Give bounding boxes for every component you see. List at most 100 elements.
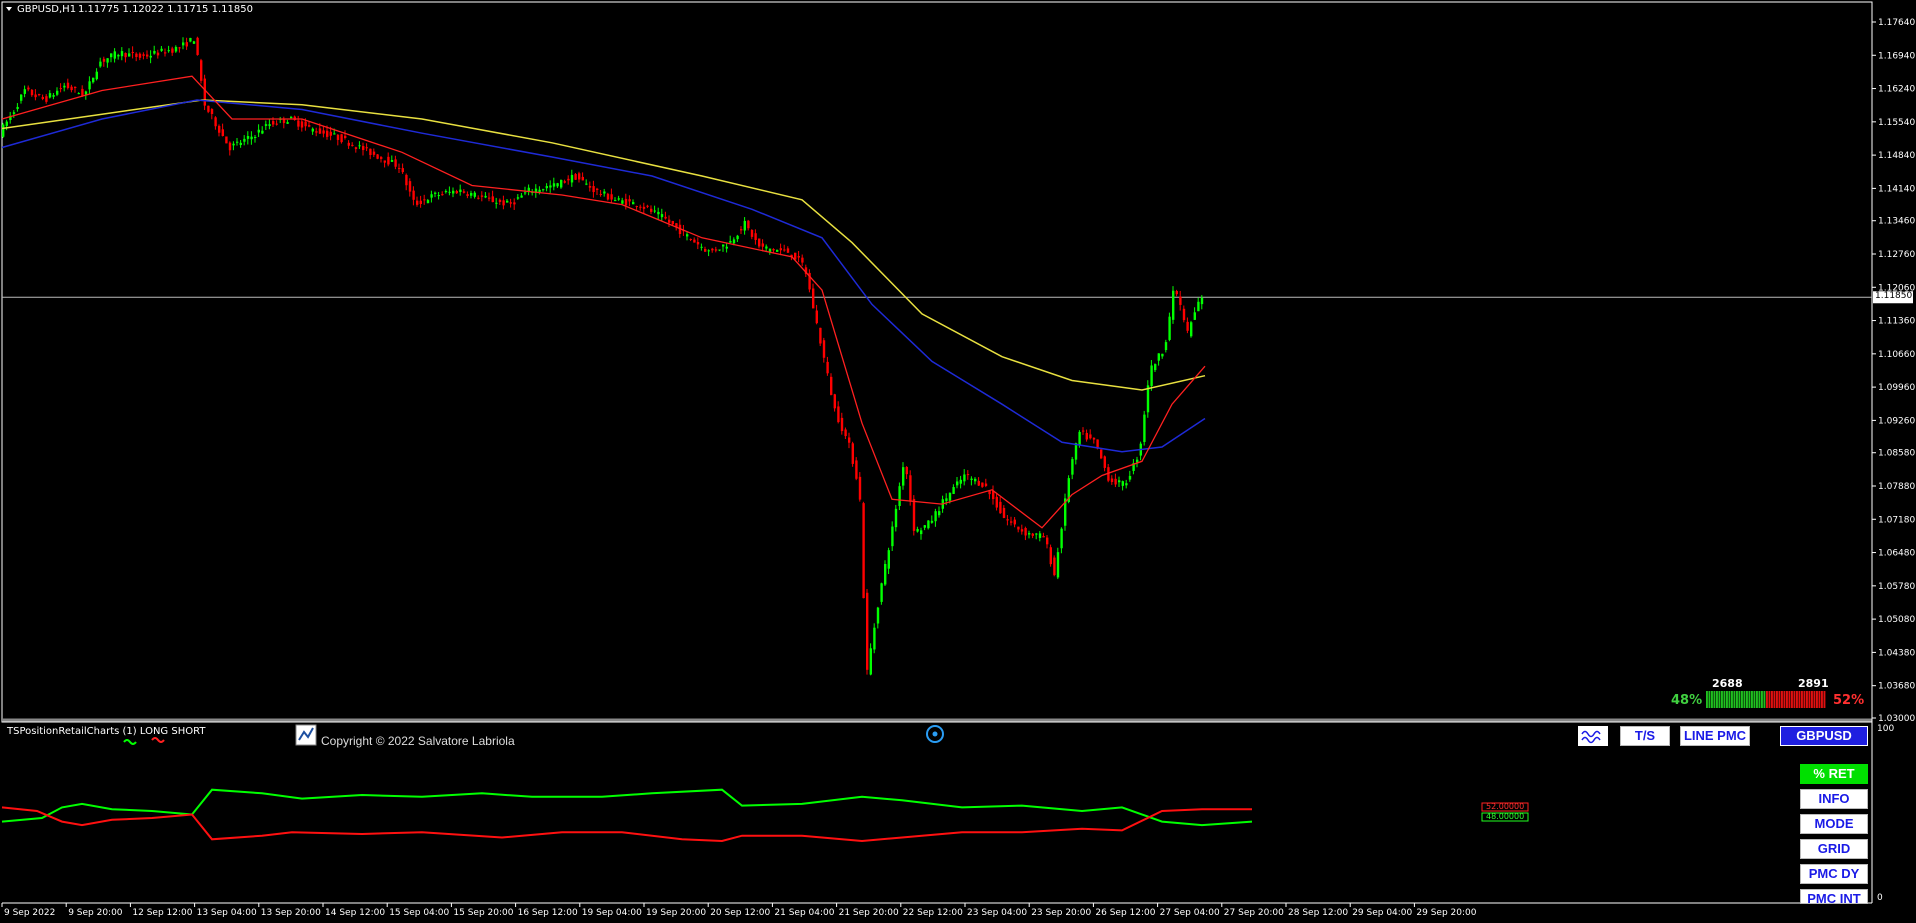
candle-body bbox=[740, 229, 743, 231]
candle-body bbox=[45, 96, 48, 102]
time-tick-label: 9 Sep 20:00 bbox=[68, 908, 123, 918]
legend-short-icon bbox=[151, 737, 165, 743]
candle-body bbox=[246, 136, 250, 139]
price-tick-label: 1.07180 bbox=[1878, 515, 1915, 525]
price-tick-label: 1.03680 bbox=[1878, 682, 1915, 692]
candle-body bbox=[106, 58, 109, 63]
candle-body bbox=[113, 51, 116, 59]
candle-body bbox=[786, 248, 790, 253]
price-tick-label: 1.16240 bbox=[1878, 85, 1915, 95]
candle-body bbox=[434, 192, 437, 194]
candle-body bbox=[207, 105, 210, 112]
sentiment-long-segment bbox=[1713, 691, 1716, 708]
candle-body bbox=[200, 60, 203, 81]
candle-body bbox=[966, 474, 970, 476]
current-price-label: 1.11850 bbox=[1875, 291, 1913, 302]
candle-body bbox=[174, 46, 178, 52]
ohlc-values: 1.11775 1.12022 1.11715 1.11850 bbox=[78, 4, 253, 15]
candle-body bbox=[581, 176, 584, 181]
candle-body bbox=[124, 53, 127, 58]
candle-body bbox=[383, 160, 386, 163]
candle-body bbox=[783, 249, 786, 251]
candle-body bbox=[488, 197, 491, 199]
sentiment-long-segment bbox=[1753, 691, 1756, 708]
candle-body bbox=[556, 183, 559, 187]
sentiment-long-segment bbox=[1743, 691, 1746, 708]
indicator-scale-bottom: 0 bbox=[1877, 893, 1883, 903]
mode-button[interactable]: MODE bbox=[1800, 814, 1868, 834]
time-tick-label: 19 Sep 20:00 bbox=[646, 908, 706, 918]
sentiment-short-segment bbox=[1781, 691, 1783, 708]
candle-body bbox=[657, 211, 660, 215]
candle-body bbox=[12, 112, 16, 114]
candle-body bbox=[358, 145, 361, 147]
candle-body bbox=[1182, 308, 1186, 321]
ts-button[interactable]: T/S bbox=[1620, 726, 1670, 746]
candle-body bbox=[272, 121, 275, 125]
candle-body bbox=[736, 235, 739, 240]
sentiment-bar bbox=[1706, 691, 1826, 708]
sentiment-short-segment bbox=[1798, 691, 1801, 708]
candle-body bbox=[286, 122, 289, 124]
candle-body bbox=[934, 511, 937, 522]
info-button[interactable]: INFO bbox=[1800, 789, 1868, 809]
time-tick-label: 13 Sep 20:00 bbox=[261, 908, 321, 918]
candle-body bbox=[63, 85, 66, 88]
candle-body bbox=[1100, 449, 1103, 459]
candle-body bbox=[509, 202, 512, 204]
chart-menu-icon[interactable] bbox=[6, 7, 12, 11]
time-tick-label: 29 Sep 20:00 bbox=[1416, 908, 1476, 918]
candle-body bbox=[1092, 437, 1096, 440]
candle-body bbox=[819, 327, 822, 344]
candle-body bbox=[351, 144, 354, 146]
candle-body bbox=[2, 124, 5, 137]
sentiment-short-segment bbox=[1778, 691, 1781, 708]
candle-body bbox=[1017, 526, 1020, 530]
candle-body bbox=[41, 96, 44, 100]
sentiment-long-segment bbox=[1763, 691, 1766, 708]
short-percent: 52% bbox=[1833, 693, 1865, 708]
candle-body bbox=[290, 116, 293, 119]
chart-canvas[interactable]: 1.17640 1.16940 1.16240 1.15540 1.14840 1.141… bbox=[0, 0, 1916, 923]
candle-body bbox=[23, 89, 26, 94]
candle-body bbox=[815, 310, 818, 324]
price-tick-label: 1.08580 bbox=[1878, 449, 1915, 459]
grid-button[interactable]: GRID bbox=[1800, 839, 1868, 859]
price-tick-label: 1.05080 bbox=[1878, 615, 1915, 625]
candle-body bbox=[614, 200, 617, 202]
value-green: 48.00000 bbox=[1486, 812, 1525, 821]
candle-body bbox=[394, 159, 397, 167]
candle-body bbox=[1082, 430, 1085, 432]
candle-body bbox=[653, 210, 656, 212]
candle-body bbox=[959, 479, 962, 484]
pmc-dy-button[interactable]: PMC DY bbox=[1800, 864, 1868, 884]
candle-body bbox=[1103, 456, 1106, 468]
sentiment-long-segment bbox=[1756, 691, 1758, 708]
ret-button[interactable]: % RET bbox=[1800, 764, 1868, 784]
candle-body bbox=[1031, 533, 1034, 536]
candle-body bbox=[1035, 533, 1038, 535]
candle-body bbox=[563, 181, 566, 183]
candle-body bbox=[228, 142, 232, 151]
sentiment-short-segment bbox=[1783, 691, 1786, 708]
candle-body bbox=[963, 474, 966, 482]
candle-body bbox=[1172, 290, 1175, 320]
sentiment-short-segment bbox=[1771, 691, 1773, 708]
candle-body bbox=[891, 526, 894, 547]
time-tick-label: 20 Sep 12:00 bbox=[710, 908, 770, 918]
candle-body bbox=[1006, 519, 1009, 521]
candle-body bbox=[635, 206, 638, 208]
line-pmc-button[interactable]: LINE PMC bbox=[1680, 726, 1750, 746]
candle-body bbox=[1074, 443, 1078, 460]
candle-body bbox=[754, 233, 757, 240]
candle-body bbox=[617, 198, 620, 200]
legend-long-icon bbox=[123, 739, 137, 745]
candle-body bbox=[498, 199, 502, 202]
pmc-int-button[interactable]: PMC INT bbox=[1800, 889, 1868, 904]
candle-body bbox=[1157, 353, 1160, 361]
symbol-button[interactable]: GBPUSD bbox=[1780, 726, 1868, 746]
candle-body bbox=[117, 54, 120, 57]
price-tick-label: 1.12760 bbox=[1878, 250, 1915, 260]
candle-body bbox=[747, 220, 750, 229]
candle-body bbox=[239, 142, 242, 145]
